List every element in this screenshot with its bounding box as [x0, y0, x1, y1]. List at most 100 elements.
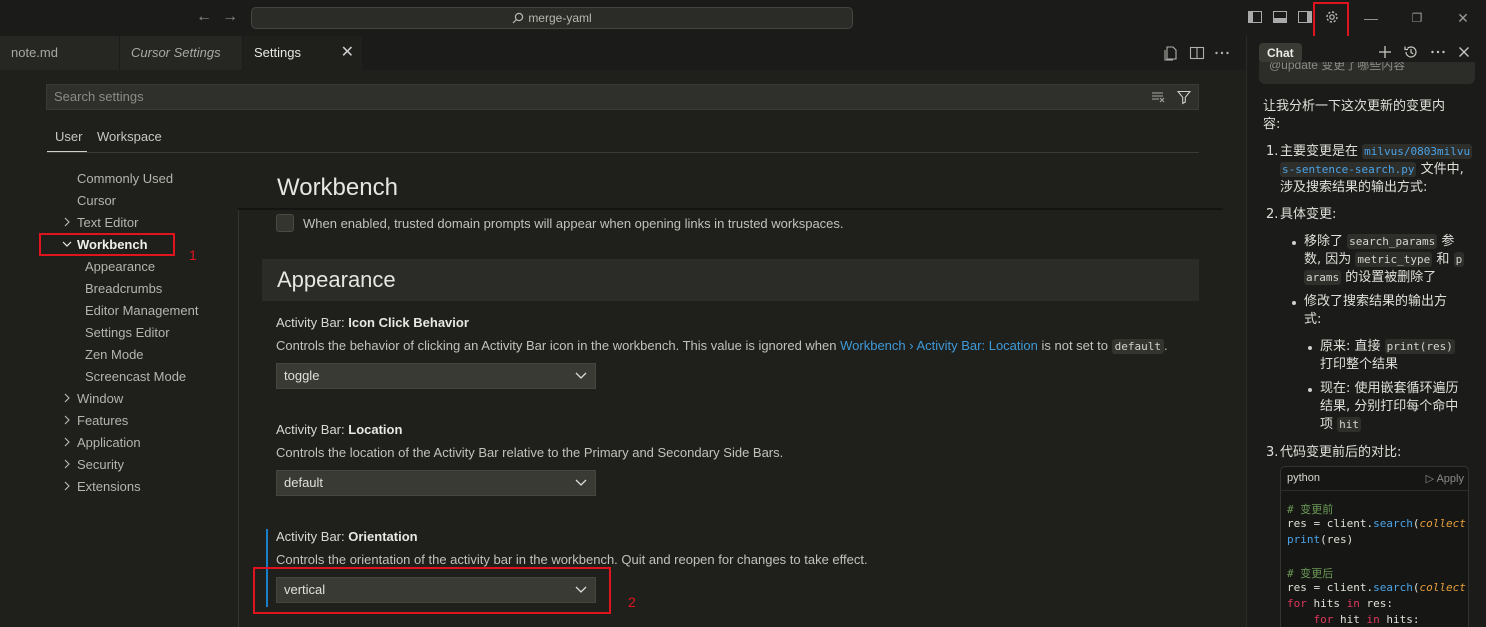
toc-item-extensions[interactable]: Extensions: [77, 479, 141, 494]
tab-label: Cursor Settings: [131, 45, 221, 60]
more-icon[interactable]: [1429, 43, 1447, 61]
code-line: res = client.search(collect: [1287, 581, 1466, 594]
code-token: res: [1287, 517, 1307, 530]
clear-filter-icon[interactable]: [1150, 89, 1166, 105]
sub2-line-1: 现在: 使用嵌套循环遍历: [1320, 381, 1459, 396]
bullet: [1292, 241, 1296, 245]
section-title: Workbench: [277, 174, 398, 201]
location-title: Activity Bar: Location: [276, 422, 402, 437]
forward-arrow-icon[interactable]: →: [221, 8, 239, 26]
previous-user-message[interactable]: @update 变更了哪些内容: [1259, 62, 1475, 84]
more-actions-icon[interactable]: [1213, 44, 1231, 62]
new-chat-icon[interactable]: [1376, 43, 1394, 61]
back-arrow-icon[interactable]: ←: [195, 8, 213, 26]
text: 参: [1441, 234, 1455, 249]
maximize-button[interactable]: ❐: [1407, 8, 1427, 28]
minimize-button[interactable]: —: [1361, 8, 1381, 28]
appearance-title: Appearance: [277, 267, 396, 292]
settings-editor: Search settings User Workspace Commonly …: [0, 70, 1246, 627]
code-token: (res): [1320, 533, 1354, 546]
tab-label: Settings: [254, 45, 301, 60]
toc-item-breadcrumbs[interactable]: Breadcrumbs: [85, 281, 162, 296]
annotation-box-orientation: [253, 567, 611, 614]
list-number: 1.: [1266, 144, 1279, 159]
split-editor-icon[interactable]: [1188, 44, 1206, 62]
close-tab-icon[interactable]: ✕: [341, 36, 354, 70]
open-settings-json-icon[interactable]: [1162, 44, 1180, 62]
toc-item-screencast-mode[interactable]: Screencast Mode: [85, 369, 186, 384]
search-filters: [1150, 89, 1192, 113]
icon-click-behavior-description: Controls the behavior of clicking an Act…: [276, 338, 1168, 354]
chat-tab[interactable]: Chat: [1259, 43, 1302, 63]
toc-item-security[interactable]: Security: [77, 457, 124, 472]
code-token: collect: [1419, 517, 1466, 530]
inline-code: hit: [1337, 417, 1362, 432]
sub2-line-3: 项 hit: [1320, 416, 1362, 434]
toc-item-application[interactable]: Application: [77, 435, 141, 450]
code-token: res:: [1359, 597, 1393, 610]
toc-item-features[interactable]: Features: [77, 413, 128, 428]
settings-search-input[interactable]: Search settings: [46, 84, 1199, 110]
code-line: print(res): [1287, 533, 1353, 546]
desc-text: is not set to: [1037, 338, 1112, 353]
filter-icon[interactable]: [1176, 89, 1192, 105]
sub1-line-2: 打印整个结果: [1320, 357, 1399, 372]
code-token: = client.: [1306, 581, 1374, 594]
inline-code: metric_type: [1355, 252, 1433, 267]
scope-tab-user[interactable]: User: [55, 129, 82, 144]
toc-item-text-editor[interactable]: Text Editor: [77, 215, 138, 230]
file-path-code[interactable]: s-sentence-search.py: [1280, 162, 1417, 177]
icon-click-behavior-select[interactable]: toggle: [276, 363, 596, 389]
sub1-line-1: 原来: 直接 print(res): [1320, 338, 1455, 356]
search-icon: [512, 12, 524, 24]
toc-item-appearance[interactable]: Appearance: [85, 259, 155, 274]
chevron-right-icon[interactable]: [62, 415, 72, 425]
command-center-search[interactable]: merge-yaml: [251, 7, 853, 29]
chevron-right-icon[interactable]: [62, 481, 72, 491]
toggle-primary-sidebar-icon[interactable]: [1247, 9, 1263, 25]
chevron-right-icon[interactable]: [62, 217, 72, 227]
location-select[interactable]: default: [276, 470, 596, 496]
item1-text: 主要变更是在: [1280, 144, 1359, 159]
setting-category: Activity Bar:: [276, 529, 349, 544]
toc-item-commonly-used[interactable]: Commonly Used: [77, 171, 173, 186]
trusted-domain-checkbox[interactable]: [276, 214, 294, 232]
code-token: collect: [1419, 581, 1466, 594]
settings-search-placeholder: Search settings: [54, 89, 144, 104]
tab-settings[interactable]: Settings ✕: [243, 36, 363, 70]
chevron-right-icon[interactable]: [62, 459, 72, 469]
text: 数, 因为: [1304, 252, 1352, 267]
close-window-button[interactable]: ✕: [1453, 8, 1473, 28]
toc-item-window[interactable]: Window: [77, 391, 123, 406]
orientation-title: Activity Bar: Orientation: [276, 529, 418, 544]
tab-note-md[interactable]: note.md: [0, 36, 120, 70]
history-icon[interactable]: [1402, 43, 1420, 61]
command-center-label: merge-yaml: [528, 11, 592, 25]
apply-button[interactable]: ▷ Apply: [1426, 472, 1464, 485]
toggle-panel-icon[interactable]: [1272, 9, 1288, 25]
code-language: python: [1287, 472, 1321, 484]
sub2-line-2: 结果, 分别打印每个命中: [1320, 399, 1459, 414]
toc-item-cursor[interactable]: Cursor: [77, 193, 116, 208]
chevron-right-icon[interactable]: [62, 437, 72, 447]
code-token: in: [1366, 613, 1380, 626]
code-token: hits: [1306, 597, 1347, 610]
scope-tab-workspace[interactable]: Workspace: [97, 129, 162, 144]
file-path-code[interactable]: milvus/0803milvu: [1362, 144, 1473, 159]
chevron-right-icon[interactable]: [62, 393, 72, 403]
toc-item-editor-management[interactable]: Editor Management: [85, 303, 198, 318]
toc-item-settings-editor[interactable]: Settings Editor: [85, 325, 170, 340]
code-default: default: [1111, 339, 1164, 354]
activity-bar-location-link[interactable]: Workbench › Activity Bar: Location: [840, 338, 1038, 353]
code-token: print: [1287, 533, 1321, 546]
toggle-secondary-sidebar-icon[interactable]: [1297, 9, 1313, 25]
toc-item-zen-mode[interactable]: Zen Mode: [85, 347, 144, 362]
annotation-label-1: 1: [189, 247, 197, 263]
annotation-box-gear: [1313, 2, 1349, 38]
content-divider: [238, 210, 239, 627]
code-comment: # 变更前: [1287, 503, 1334, 516]
close-chat-icon[interactable]: [1455, 43, 1473, 61]
tab-cursor-settings[interactable]: Cursor Settings: [120, 36, 243, 70]
text: 原来: 直接: [1320, 339, 1381, 354]
code-token: for: [1287, 613, 1334, 626]
